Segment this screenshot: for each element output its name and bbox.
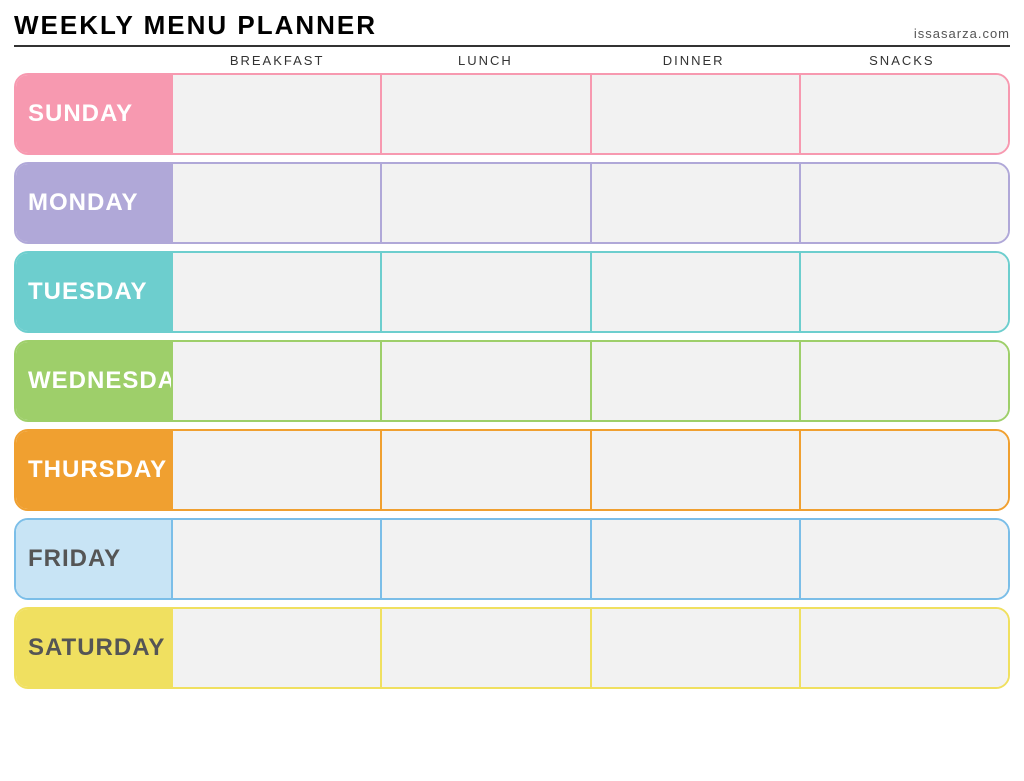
cell-tuesday-dinner[interactable] bbox=[590, 253, 799, 331]
cell-sunday-lunch[interactable] bbox=[380, 75, 589, 153]
cell-monday-lunch[interactable] bbox=[380, 164, 589, 242]
page-container: Weekly Menu Planner issasarza.com Breakf… bbox=[14, 10, 1010, 689]
day-row-tuesday: Tuesday bbox=[14, 251, 1010, 333]
cell-thursday-dinner[interactable] bbox=[590, 431, 799, 509]
cell-thursday-breakfast[interactable] bbox=[171, 431, 380, 509]
cell-thursday-lunch[interactable] bbox=[380, 431, 589, 509]
website-label: issasarza.com bbox=[914, 26, 1010, 41]
day-label-friday: Friday bbox=[16, 520, 171, 598]
day-row-wednesday: Wednesday bbox=[14, 340, 1010, 422]
col-snacks: Snacks bbox=[798, 53, 1006, 68]
cell-tuesday-breakfast[interactable] bbox=[171, 253, 380, 331]
day-row-saturday: Saturday bbox=[14, 607, 1010, 689]
cell-sunday-breakfast[interactable] bbox=[171, 75, 380, 153]
day-label-monday: Monday bbox=[16, 164, 171, 242]
col-lunch: Lunch bbox=[381, 53, 589, 68]
page-header: Weekly Menu Planner issasarza.com bbox=[14, 10, 1010, 47]
day-label-wednesday: Wednesday bbox=[16, 342, 171, 420]
cell-saturday-snacks[interactable] bbox=[799, 609, 1008, 687]
cell-wednesday-breakfast[interactable] bbox=[171, 342, 380, 420]
cell-friday-dinner[interactable] bbox=[590, 520, 799, 598]
cell-saturday-breakfast[interactable] bbox=[171, 609, 380, 687]
day-label-thursday: Thursday bbox=[16, 431, 171, 509]
cell-thursday-snacks[interactable] bbox=[799, 431, 1008, 509]
cell-sunday-snacks[interactable] bbox=[799, 75, 1008, 153]
day-row-monday: Monday bbox=[14, 162, 1010, 244]
cell-monday-snacks[interactable] bbox=[799, 164, 1008, 242]
cell-sunday-dinner[interactable] bbox=[590, 75, 799, 153]
cell-wednesday-dinner[interactable] bbox=[590, 342, 799, 420]
col-spacer bbox=[18, 53, 173, 68]
column-headers: Breakfast Lunch Dinner Snacks bbox=[14, 53, 1010, 68]
col-dinner: Dinner bbox=[590, 53, 798, 68]
cell-friday-lunch[interactable] bbox=[380, 520, 589, 598]
days-container: Sunday Monday Tuesday Wednesday Thursday Frid… bbox=[14, 73, 1010, 689]
cell-friday-snacks[interactable] bbox=[799, 520, 1008, 598]
day-label-tuesday: Tuesday bbox=[16, 253, 171, 331]
day-label-saturday: Saturday bbox=[16, 609, 171, 687]
cell-wednesday-snacks[interactable] bbox=[799, 342, 1008, 420]
cell-monday-dinner[interactable] bbox=[590, 164, 799, 242]
day-row-friday: Friday bbox=[14, 518, 1010, 600]
cell-wednesday-lunch[interactable] bbox=[380, 342, 589, 420]
cell-saturday-lunch[interactable] bbox=[380, 609, 589, 687]
col-breakfast: Breakfast bbox=[173, 53, 381, 68]
day-label-sunday: Sunday bbox=[16, 75, 171, 153]
cell-monday-breakfast[interactable] bbox=[171, 164, 380, 242]
day-row-sunday: Sunday bbox=[14, 73, 1010, 155]
cell-tuesday-lunch[interactable] bbox=[380, 253, 589, 331]
cell-tuesday-snacks[interactable] bbox=[799, 253, 1008, 331]
cell-friday-breakfast[interactable] bbox=[171, 520, 380, 598]
page-title: Weekly Menu Planner bbox=[14, 10, 377, 41]
cell-saturday-dinner[interactable] bbox=[590, 609, 799, 687]
day-row-thursday: Thursday bbox=[14, 429, 1010, 511]
